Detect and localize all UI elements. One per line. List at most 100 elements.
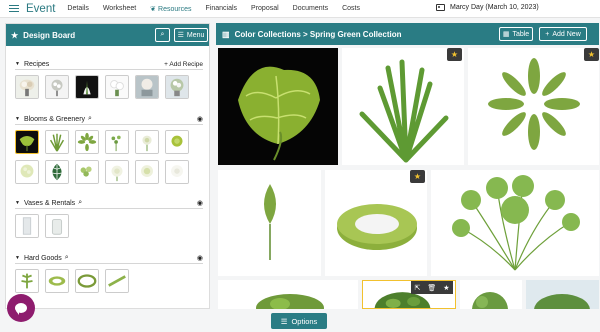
chat-launcher[interactable] [7, 294, 35, 322]
nav-link-costs[interactable]: Costs [342, 5, 360, 12]
product-tile[interactable]: ★ [325, 170, 427, 276]
options-button[interactable]: ☰ Options [271, 313, 327, 329]
product-tile[interactable] [218, 48, 338, 165]
section-hard-goods-header[interactable]: ▼ Hard Goods ⌕ ◉ [15, 254, 203, 264]
recipe-thumb[interactable] [75, 75, 99, 99]
contact-card-icon [436, 4, 445, 11]
bloom-thumb[interactable] [15, 160, 39, 184]
hard-good-thumb[interactable] [45, 269, 69, 293]
nav-link-worksheet[interactable]: Worksheet [103, 5, 136, 12]
product-tile[interactable] [526, 280, 599, 309]
bloom-thumb[interactable] [45, 160, 69, 184]
design-board-title: Design Board [23, 30, 76, 40]
section-vases-title: Vases & Rentals [23, 199, 76, 207]
add-recipe-button[interactable]: + Add Recipe [164, 61, 203, 68]
trash-icon[interactable]: 🗑 [427, 284, 436, 292]
board-menu-button[interactable]: ☰ Menu [174, 28, 208, 42]
bloom-thumb[interactable] [165, 160, 189, 184]
bloom-thumb[interactable] [135, 130, 159, 154]
favorite-star-icon[interactable]: ★ [410, 170, 425, 183]
eye-icon[interactable]: ◉ [197, 115, 203, 123]
favorite-star-icon[interactable]: ★ [584, 48, 599, 61]
book-icon: ▥ [222, 29, 230, 39]
menu-icon: ☰ [177, 32, 184, 39]
product-tile[interactable]: ★ [342, 48, 464, 165]
eye-icon[interactable]: ◉ [197, 199, 203, 207]
hard-goods-thumbnails [15, 269, 203, 293]
hard-good-thumb[interactable] [75, 269, 99, 293]
vase-thumbnails [15, 214, 203, 238]
product-tile[interactable] [460, 280, 522, 309]
leaf-icon: ❦ [150, 5, 157, 13]
section-recipes: ▼ Recipes + Add Recipe [15, 61, 203, 99]
search-icon[interactable]: ⌕ [88, 115, 92, 123]
table-view-button[interactable]: ▦ Table [499, 27, 533, 41]
caret-down-icon: ▼ [15, 255, 20, 261]
bloom-thumb[interactable] [75, 130, 99, 154]
section-recipes-title: Recipes [23, 60, 50, 68]
section-hard-goods-title: Hard Goods [23, 254, 62, 262]
recipe-thumb[interactable] [105, 75, 129, 99]
nav-link-resources[interactable]: ❦ Resources [150, 5, 191, 13]
bloom-thumb[interactable] [105, 130, 129, 154]
section-blooms-title: Blooms & Greenery [23, 115, 86, 123]
nav-link-financials[interactable]: Financials [206, 5, 238, 12]
bloom-thumb[interactable] [45, 130, 69, 154]
section-vases-header[interactable]: ▼ Vases & Rentals ⌕ ◉ [15, 199, 203, 209]
vase-thumb[interactable] [15, 214, 39, 238]
plus-icon: + [545, 30, 550, 38]
favorite-star-icon[interactable]: ★ [443, 284, 449, 292]
add-new-button[interactable]: + Add New [539, 27, 587, 41]
hamburger-icon[interactable] [9, 4, 19, 13]
search-icon: ⌕ [160, 31, 165, 38]
product-tile[interactable] [218, 170, 321, 276]
recipe-thumb[interactable] [15, 75, 39, 99]
bloom-thumb[interactable] [75, 160, 99, 184]
table-icon: ▦ [502, 31, 510, 38]
external-link-icon[interactable]: ⇱ [414, 284, 420, 292]
collection-breadcrumb[interactable]: Color Collections > Spring Green Collect… [235, 30, 402, 39]
recipe-thumbnails [15, 75, 203, 99]
board-menu-label: Menu [186, 31, 205, 39]
bloom-thumb[interactable] [15, 130, 39, 154]
caret-down-icon: ▼ [15, 116, 20, 122]
product-tile[interactable] [431, 170, 599, 276]
hard-good-thumb[interactable] [15, 269, 39, 293]
product-tile[interactable]: ★ [468, 48, 599, 165]
collection-gallery: ▥ Color Collections > Spring Green Colle… [216, 23, 599, 309]
section-hard-goods: ▼ Hard Goods ⌕ ◉ [15, 254, 203, 293]
tile-hover-toolbar: ⇱ 🗑 ★ [411, 281, 453, 294]
favorite-star-icon[interactable]: ★ [447, 48, 462, 61]
section-recipes-header[interactable]: ▼ Recipes + Add Recipe [15, 61, 203, 70]
add-new-label: Add New [552, 30, 581, 38]
board-search-button[interactable]: ⌕ [155, 28, 170, 42]
star-icon: ★ [11, 30, 19, 40]
nav-link-proposal[interactable]: Proposal [251, 5, 279, 12]
search-icon[interactable]: ⌕ [78, 199, 82, 207]
bloom-thumb[interactable] [105, 160, 129, 184]
caret-down-icon: ▼ [15, 61, 20, 67]
nav-link-details[interactable]: Details [67, 5, 88, 12]
bloom-thumbnails [15, 130, 203, 184]
nav-link-documents[interactable]: Documents [293, 5, 328, 12]
event-user[interactable]: Marcy Day (March 10, 2023) [436, 4, 539, 11]
hard-good-thumb[interactable] [105, 269, 129, 293]
search-icon[interactable]: ⌕ [65, 254, 69, 262]
vase-thumb[interactable] [45, 214, 69, 238]
section-blooms-header[interactable]: ▼ Blooms & Greenery ⌕ ◉ [15, 115, 203, 125]
bloom-thumb[interactable] [165, 130, 189, 154]
recipe-thumb[interactable] [135, 75, 159, 99]
eye-icon[interactable]: ◉ [197, 254, 203, 262]
caret-down-icon: ▼ [15, 200, 20, 206]
top-nav: Event Details Worksheet ❦ Resources Finan… [0, 0, 600, 18]
nav-link-resources-label: Resources [158, 5, 192, 13]
product-tile-hovered[interactable]: ⇱ 🗑 ★ [362, 280, 456, 309]
product-tile[interactable] [218, 280, 358, 309]
recipe-thumb[interactable] [45, 75, 69, 99]
app-brand[interactable]: Event [26, 3, 55, 15]
recipe-thumb[interactable] [165, 75, 189, 99]
table-view-label: Table [512, 30, 530, 38]
menu-icon: ☰ [280, 316, 288, 326]
bloom-thumb[interactable] [135, 160, 159, 184]
options-label: Options [291, 316, 318, 326]
